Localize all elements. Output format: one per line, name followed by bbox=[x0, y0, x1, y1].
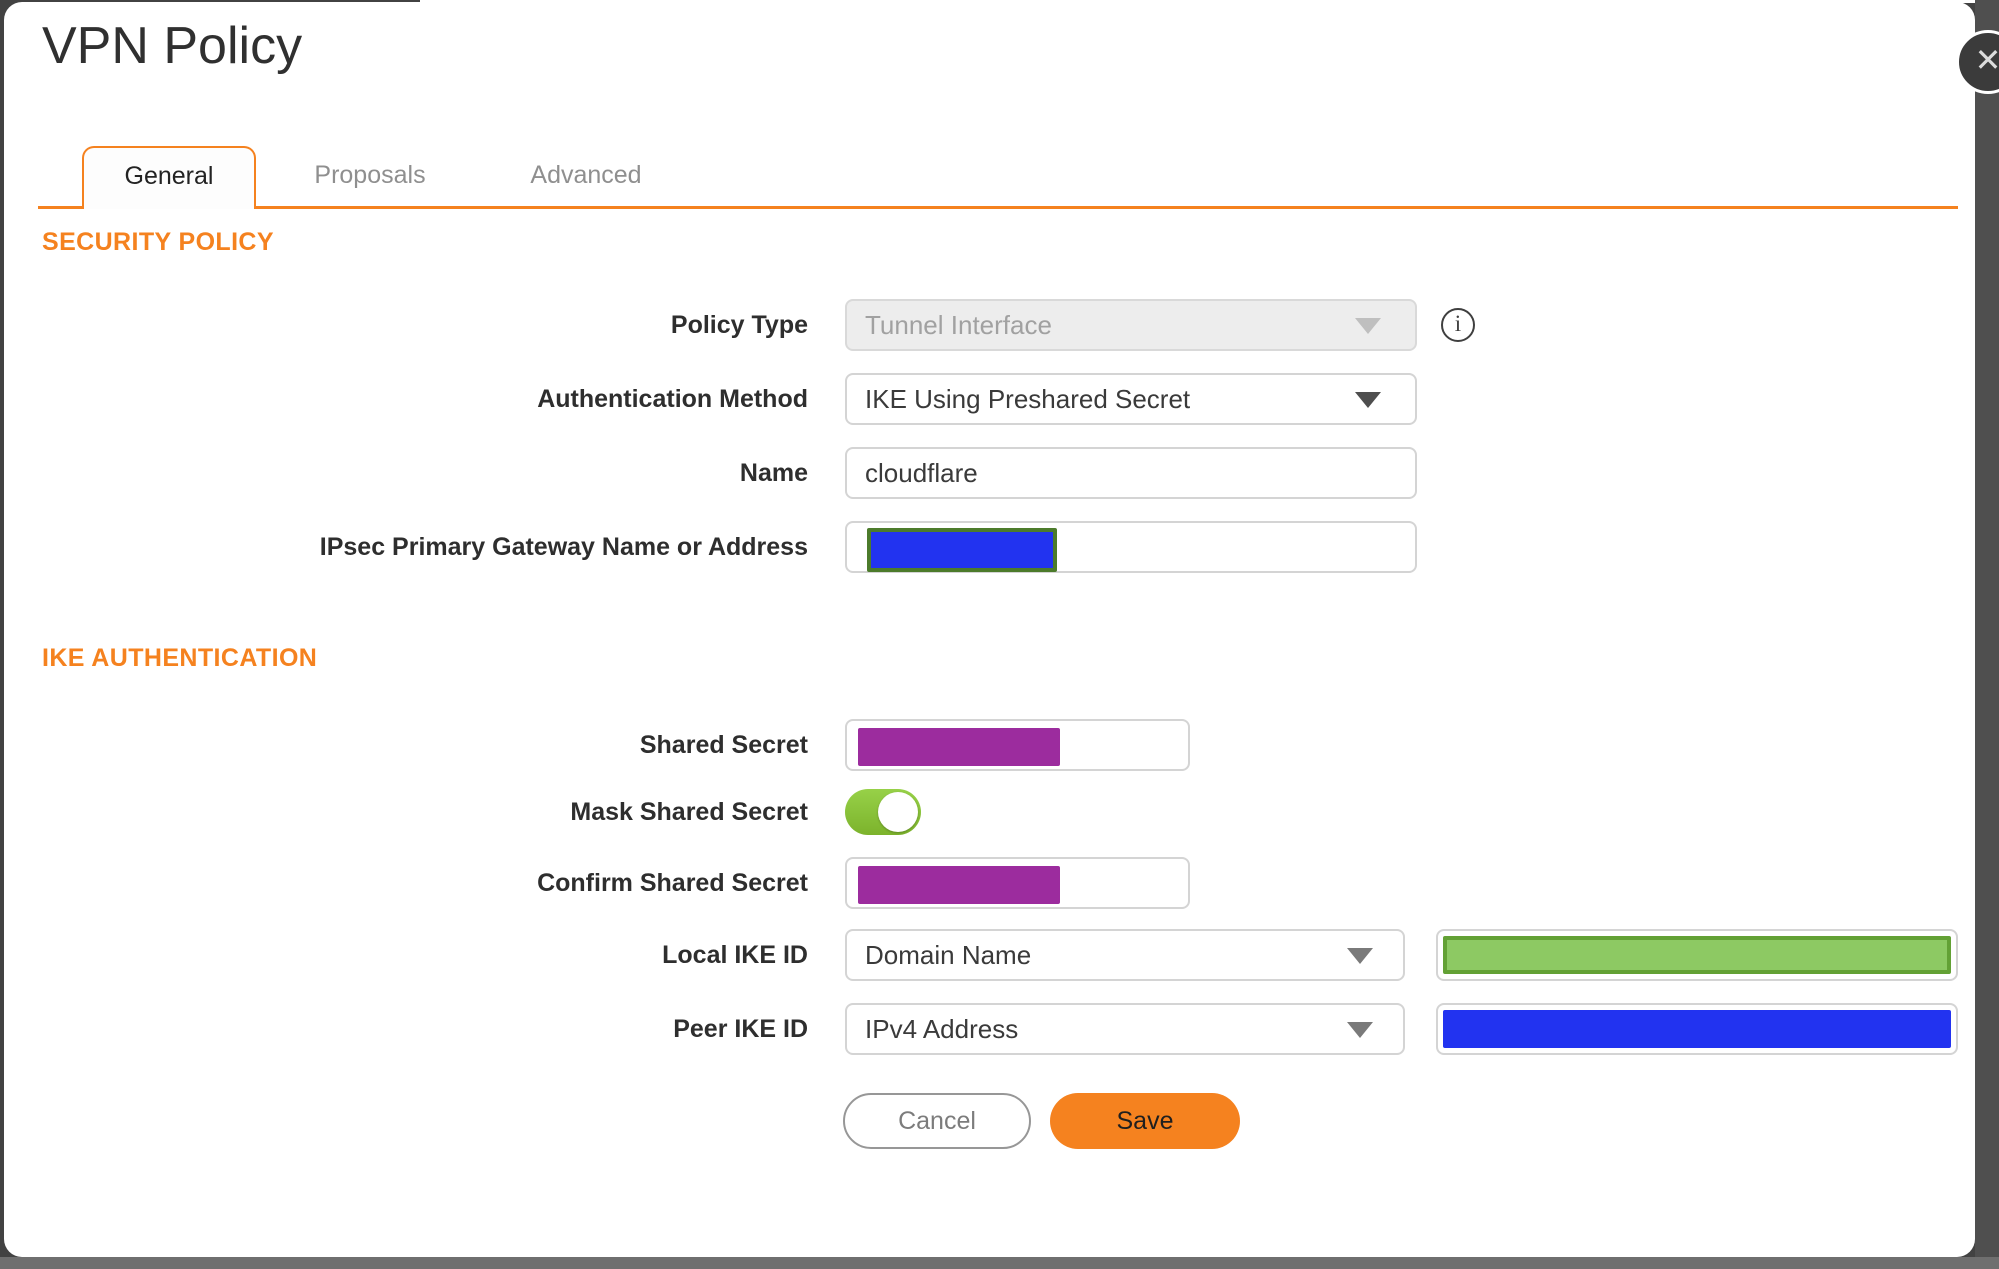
shared-secret-redaction bbox=[858, 728, 1060, 766]
peer-ike-id-redaction bbox=[1443, 1010, 1951, 1048]
local-ike-id-type: Domain Name bbox=[865, 940, 1032, 970]
policy-type-label: Policy Type bbox=[670, 311, 808, 339]
page-background-right bbox=[1975, 0, 1999, 1269]
chevron-down-icon bbox=[1355, 392, 1381, 408]
toggle-knob bbox=[878, 792, 918, 832]
page-title: VPN Policy bbox=[42, 17, 303, 75]
gateway-label: IPsec Primary Gateway Name or Address bbox=[319, 533, 808, 561]
gateway-redaction bbox=[867, 528, 1057, 572]
peer-ike-id-type: IPv4 Address bbox=[865, 1014, 1019, 1044]
mask-shared-secret-label: Mask Shared Secret bbox=[570, 798, 808, 826]
authentication-method-select[interactable]: IKE Using Preshared Secret bbox=[845, 373, 1417, 425]
confirm-shared-secret-redaction bbox=[858, 866, 1060, 904]
chevron-down-icon bbox=[1355, 318, 1381, 334]
local-ike-id-value-input[interactable] bbox=[1436, 929, 1958, 981]
name-label: Name bbox=[739, 459, 808, 487]
peer-ike-id-select[interactable]: IPv4 Address bbox=[845, 1003, 1405, 1055]
ike-authentication-heading: IKE AUTHENTICATION bbox=[42, 644, 318, 672]
tab-advanced[interactable]: Advanced bbox=[506, 146, 666, 204]
info-icon[interactable]: i bbox=[1441, 308, 1475, 342]
name-value: cloudflare bbox=[865, 458, 978, 488]
policy-type-value: Tunnel Interface bbox=[865, 310, 1052, 340]
local-ike-id-label: Local IKE ID bbox=[662, 941, 808, 969]
peer-ike-id-label: Peer IKE ID bbox=[673, 1015, 808, 1043]
local-ike-id-select[interactable]: Domain Name bbox=[845, 929, 1405, 981]
page-background-bottom bbox=[0, 1257, 1999, 1269]
authentication-method-label: Authentication Method bbox=[537, 385, 808, 413]
confirm-shared-secret-input[interactable] bbox=[845, 857, 1190, 909]
mask-shared-secret-toggle[interactable] bbox=[845, 789, 921, 835]
authentication-method-value: IKE Using Preshared Secret bbox=[865, 384, 1191, 414]
policy-type-select: Tunnel Interface bbox=[845, 299, 1417, 351]
save-button[interactable]: Save bbox=[1050, 1093, 1240, 1149]
chevron-down-icon bbox=[1347, 1022, 1373, 1038]
cancel-button[interactable]: Cancel bbox=[843, 1093, 1031, 1149]
gateway-input[interactable] bbox=[845, 521, 1417, 573]
confirm-shared-secret-label: Confirm Shared Secret bbox=[537, 869, 808, 897]
name-input[interactable]: cloudflare bbox=[845, 447, 1417, 499]
top-edge bbox=[420, 0, 1975, 3]
tab-underline bbox=[38, 206, 1958, 209]
peer-ike-id-value-input[interactable] bbox=[1436, 1003, 1958, 1055]
security-policy-heading: SECURITY POLICY bbox=[42, 228, 274, 256]
tab-general[interactable]: General bbox=[82, 146, 256, 209]
chevron-down-icon bbox=[1347, 948, 1373, 964]
shared-secret-label: Shared Secret bbox=[639, 731, 808, 759]
local-ike-id-redaction bbox=[1443, 936, 1951, 974]
shared-secret-input[interactable] bbox=[845, 719, 1190, 771]
tab-proposals[interactable]: Proposals bbox=[290, 146, 450, 204]
